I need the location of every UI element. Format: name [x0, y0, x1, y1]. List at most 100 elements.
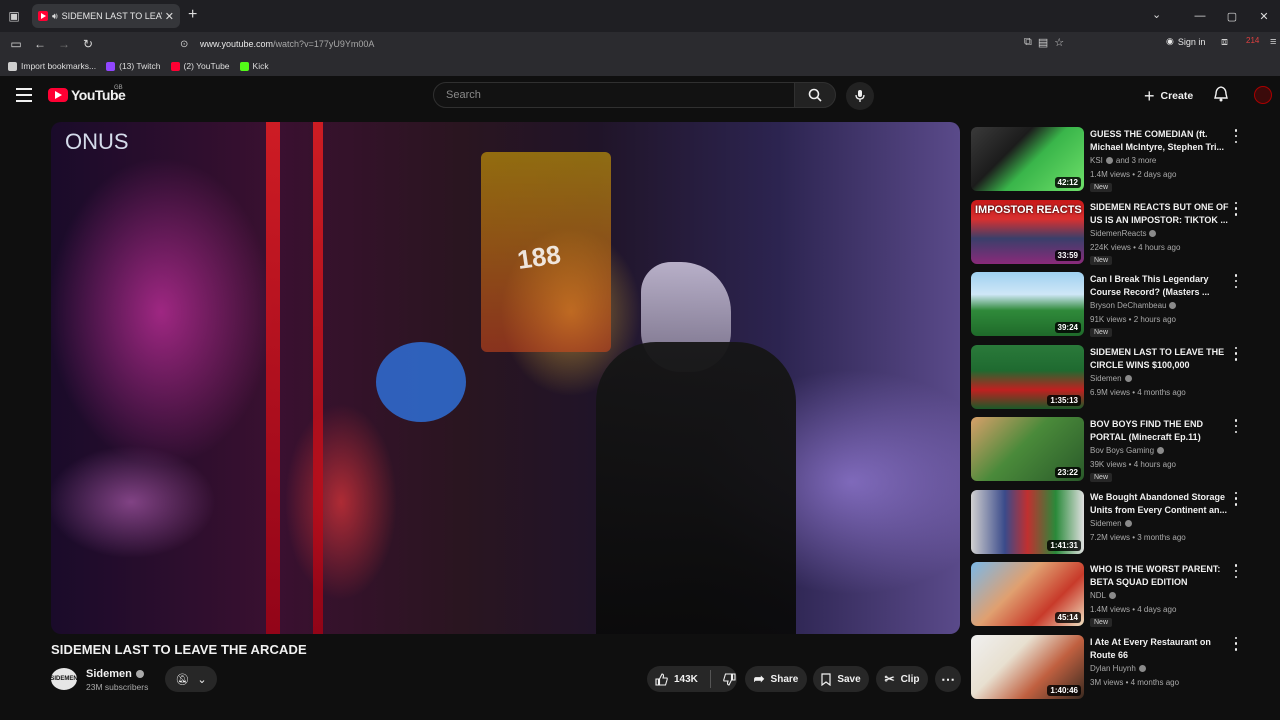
tab-actions-icon[interactable]: ▣	[0, 0, 28, 32]
recommendation-item[interactable]: 23:22 BOV BOYS FIND THE END PORTAL (Mine…	[971, 417, 1271, 483]
recommendation-title[interactable]: We Bought Abandoned Storage Units from E…	[1090, 491, 1232, 517]
reader-mode-icon[interactable]: ▤	[1038, 36, 1048, 49]
more-vertical-icon[interactable]	[1233, 346, 1239, 361]
clip-button[interactable]: ✂ Clip	[876, 666, 928, 692]
more-vertical-icon[interactable]	[1233, 419, 1239, 433]
video-thumbnail[interactable]: IMPOSTOR REACTS 33:59	[971, 199, 1084, 264]
create-button[interactable]: + Create	[1144, 85, 1193, 107]
bookmark-star-icon[interactable]: ☆	[1054, 36, 1064, 49]
video-thumbnail[interactable]: 45:14	[971, 562, 1084, 626]
thumbs-down-icon[interactable]	[723, 672, 736, 686]
signin-button[interactable]: ◉ Sign in	[1166, 36, 1205, 47]
recommendation-title[interactable]: Can I Break This Legendary Course Record…	[1090, 273, 1232, 299]
recommendation-item[interactable]: 45:14 WHO IS THE WORST PARENT: BETA SQUA…	[971, 562, 1271, 628]
account-avatar[interactable]	[1254, 86, 1272, 104]
recommendation-channel[interactable]: Bryson DeChambeau	[1090, 301, 1177, 310]
recommendation-title[interactable]: WHO IS THE WORST PARENT: BETA SQUAD EDIT…	[1090, 563, 1232, 589]
share-button[interactable]: ➦ Share	[745, 666, 807, 692]
channel-avatar[interactable]: SIDEMEN	[50, 668, 78, 690]
audio-playing-icon[interactable]: 🔊︎	[52, 11, 58, 22]
microphone-icon	[855, 90, 865, 102]
youtube-header: YouTube GB Search + Create	[0, 76, 1280, 116]
more-actions-button[interactable]: ⋯	[935, 666, 961, 692]
address-bar-actions: ⧉ ▤ ☆	[1024, 36, 1064, 49]
video-thumbnail[interactable]: 1:35:13	[971, 344, 1084, 409]
scissors-icon: ✂	[884, 672, 895, 686]
recommendation-item[interactable]: 39:24 Can I Break This Legendary Course …	[971, 272, 1271, 338]
recommendation-channel[interactable]: SidemenReacts	[1090, 229, 1157, 238]
notifications-bell-icon[interactable]	[1214, 86, 1228, 107]
maximize-icon[interactable]: ▢	[1216, 0, 1248, 32]
search-button[interactable]	[794, 82, 836, 108]
extension-badge[interactable]: 214	[1246, 36, 1259, 45]
menu-icon[interactable]: ≡	[1270, 36, 1276, 48]
more-vertical-icon[interactable]	[1233, 564, 1239, 578]
share-icon: ➦	[753, 671, 765, 686]
recommendation-item[interactable]: 42:12 GUESS THE COMEDIAN (ft. Michael Mc…	[971, 127, 1271, 193]
like-button[interactable]: 143K	[655, 672, 698, 686]
back-icon[interactable]: ←	[28, 32, 52, 56]
notification-settings-button[interactable]: 🔕︎ ⌄	[165, 666, 217, 692]
recommendation-channel[interactable]: Dylan Huynh	[1090, 664, 1146, 673]
recommendation-title[interactable]: SIDEMEN LAST TO LEAVE THE CIRCLE WINS $1…	[1090, 346, 1232, 372]
new-tab-icon[interactable]: +	[188, 6, 197, 24]
share-label: Share	[770, 673, 799, 685]
sidebar-toggle-icon[interactable]: ▭	[4, 32, 28, 56]
voice-search-button[interactable]	[846, 82, 874, 110]
video-duration: 42:12	[1054, 177, 1081, 188]
video-thumbnail[interactable]: 1:40:46	[971, 634, 1084, 699]
tab-list-chevron-icon[interactable]: ⌄	[1152, 8, 1161, 21]
address-bar[interactable]: ⊙ www.youtube.com/watch?v=177yU9Ym00A	[180, 34, 1084, 54]
extensions-puzzle-icon[interactable]: ⧈	[1221, 36, 1228, 49]
recommendation-channel[interactable]: Sidemen	[1090, 374, 1132, 383]
video-duration: 33:59	[1054, 249, 1081, 261]
recommendation-title[interactable]: BOV BOYS FIND THE END PORTAL (Minecraft …	[1090, 418, 1232, 444]
video-duration: 39:24	[1054, 322, 1081, 333]
recommendation-channel[interactable]: Bov Boys Gaming	[1090, 446, 1165, 455]
bookmark-import[interactable]: Import bookmarks...	[8, 61, 96, 71]
save-button[interactable]: Save	[813, 666, 869, 692]
recommendation-item[interactable]: 1:40:46 I Ate At Every Restaurant on Rou…	[971, 634, 1271, 701]
recommendation-item[interactable]: 1:35:13 SIDEMEN LAST TO LEAVE THE CIRCLE…	[971, 344, 1271, 411]
more-vertical-icon[interactable]	[1233, 636, 1239, 651]
site-info-icon[interactable]: ⊙	[180, 39, 194, 50]
recommendation-channel[interactable]: KSI and 3 more	[1090, 156, 1156, 165]
more-vertical-icon[interactable]	[1233, 491, 1239, 506]
reload-icon[interactable]: ↻	[76, 32, 100, 56]
recommendation-meta: 91K views • 2 hours ago	[1090, 315, 1176, 324]
close-tab-icon[interactable]: ✕	[165, 10, 174, 23]
bookmark-kick[interactable]: Kick	[239, 61, 269, 71]
recommendation-item[interactable]: 1:41:31 We Bought Abandoned Storage Unit…	[971, 489, 1271, 556]
install-app-icon[interactable]: ⧉	[1024, 36, 1032, 49]
tab-title: SIDEMEN LAST TO LEAVE THE ARCADE	[61, 11, 162, 21]
bookmark-twitch[interactable]: (13) Twitch	[106, 61, 161, 71]
youtube-play-icon	[48, 88, 68, 102]
bookmarks-bar: Import bookmarks... (13) Twitch (2) YouT…	[0, 56, 1280, 76]
verified-icon	[1149, 229, 1157, 237]
more-vertical-icon[interactable]	[1233, 201, 1239, 216]
video-thumbnail[interactable]: 23:22	[971, 417, 1084, 481]
forward-icon[interactable]: →	[52, 32, 76, 56]
more-vertical-icon[interactable]	[1233, 129, 1239, 143]
verified-icon	[1157, 447, 1165, 454]
recommendation-title[interactable]: GUESS THE COMEDIAN (ft. Michael McIntyre…	[1090, 128, 1232, 154]
close-window-icon[interactable]: ✕	[1248, 0, 1280, 32]
video-thumbnail[interactable]: 1:41:31	[971, 489, 1084, 554]
bookmark-youtube[interactable]: (2) YouTube	[170, 61, 230, 71]
recommendation-channel[interactable]: Sidemen	[1090, 519, 1132, 528]
youtube-logo[interactable]: YouTube GB	[48, 85, 126, 103]
hamburger-menu-icon[interactable]	[16, 88, 32, 102]
channel-name[interactable]: Sidemen	[86, 668, 144, 680]
video-player[interactable]: 188 ONUS	[51, 122, 960, 634]
more-vertical-icon[interactable]	[1233, 274, 1239, 288]
video-thumbnail[interactable]: 42:12	[971, 127, 1084, 191]
recommendation-title[interactable]: I Ate At Every Restaurant on Route 66	[1090, 636, 1232, 662]
browser-tab[interactable]: 🔊︎ SIDEMEN LAST TO LEAVE THE ARCADE ✕	[32, 4, 180, 28]
recommendation-title[interactable]: SIDEMEN REACTS BUT ONE OF US IS AN IMPOS…	[1090, 201, 1232, 227]
verified-icon	[1105, 157, 1113, 164]
recommendation-channel[interactable]: NDL	[1090, 591, 1117, 600]
minimize-icon[interactable]: —	[1184, 0, 1216, 32]
video-thumbnail[interactable]: 39:24	[971, 272, 1084, 336]
search-input[interactable]: Search	[433, 82, 795, 108]
recommendation-item[interactable]: IMPOSTOR REACTS 33:59 SIDEMEN REACTS BUT…	[971, 199, 1271, 266]
